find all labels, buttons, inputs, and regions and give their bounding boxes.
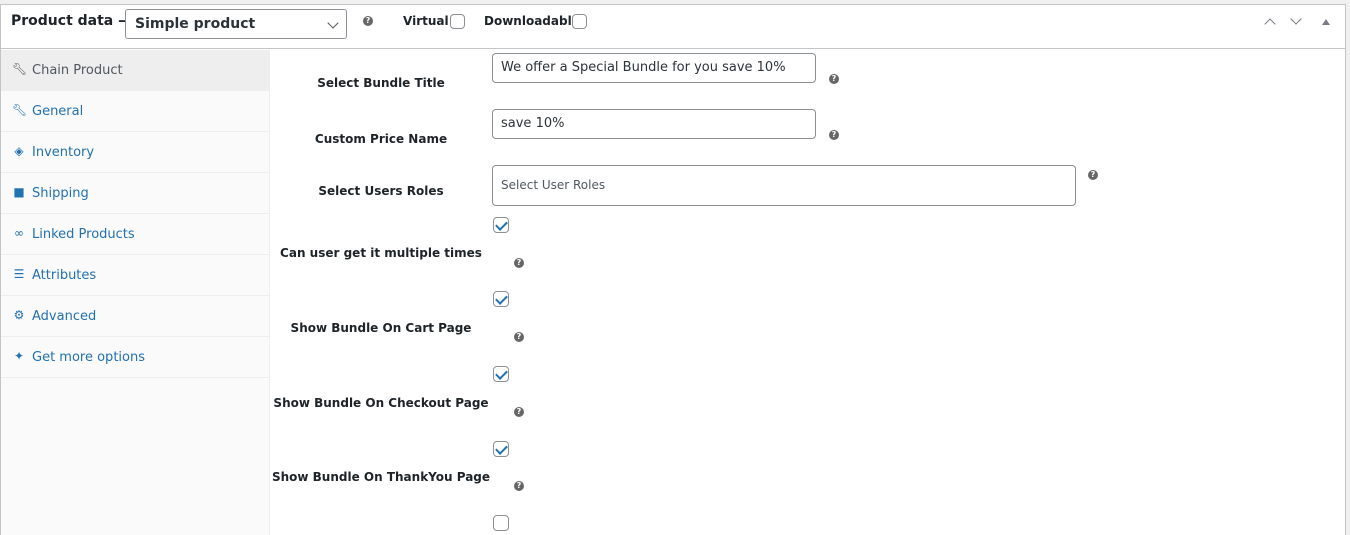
product-type-select[interactable]: Simple product (125, 9, 347, 39)
thankyou-page-checkbox[interactable] (493, 441, 509, 457)
tab-label: Shipping (32, 186, 89, 201)
cart-page-checkbox[interactable] (493, 291, 509, 307)
plugin-icon: ✦ (13, 349, 25, 363)
tab-inventory[interactable]: ◈ Inventory (1, 132, 269, 173)
bundle-title-value: We offer a Special Bundle for you save 1… (501, 60, 786, 75)
help-icon[interactable]: ? (1088, 170, 1098, 180)
cart-page-label: Show Bundle On Cart Page (290, 321, 472, 335)
help-icon[interactable]: ? (514, 407, 524, 417)
custom-price-label: Custom Price Name (314, 132, 448, 146)
tab-linked-products[interactable]: ∞ Linked Products (1, 214, 269, 255)
bundle-title-label: Select Bundle Title (317, 76, 445, 90)
tab-label: Inventory (32, 145, 95, 160)
tab-label: Advanced (32, 309, 97, 324)
product-data-tabs: 🔧︎ Chain Product 🔧︎ General ◈ Inventory … (1, 50, 270, 535)
tag-icon: ◈ (14, 144, 24, 158)
move-down-icon[interactable] (1290, 13, 1302, 25)
tab-advanced[interactable]: ⚙︎ Advanced (1, 296, 269, 337)
link-icon: ∞ (14, 226, 24, 240)
panel-title: Product data — (11, 13, 133, 29)
help-icon[interactable]: ? (829, 74, 839, 84)
bundle-title-input[interactable]: We offer a Special Bundle for you save 1… (492, 53, 816, 83)
tab-chain-product[interactable]: 🔧︎ Chain Product (1, 50, 269, 91)
collapse-toggle-icon[interactable] (1322, 19, 1330, 25)
user-roles-placeholder: Select User Roles (501, 178, 606, 192)
tab-label: Get more options (32, 350, 145, 365)
chevron-down-icon (327, 17, 339, 29)
product-data-panel: Product data — Simple product ? Virtual:… (0, 4, 1346, 535)
list-icon: ☰ (13, 267, 25, 281)
truck-icon: ■ (13, 185, 25, 199)
user-roles-select[interactable]: Select User Roles (492, 165, 1076, 206)
extra-option-checkbox[interactable] (493, 515, 509, 531)
tab-general[interactable]: 🔧︎ General (1, 91, 269, 132)
tab-label: General (32, 104, 84, 119)
move-up-icon[interactable] (1264, 18, 1276, 30)
multiple-times-label: Can user get it multiple times (280, 246, 482, 260)
user-roles-label: Select Users Roles (318, 184, 444, 198)
multiple-times-checkbox[interactable] (493, 217, 509, 233)
help-icon[interactable]: ? (514, 332, 524, 342)
virtual-label: Virtual: (403, 14, 454, 28)
custom-price-value: save 10% (501, 116, 565, 131)
downloadable-checkbox[interactable] (572, 14, 587, 29)
custom-price-input[interactable]: save 10% (492, 109, 816, 139)
virtual-checkbox[interactable] (450, 14, 465, 29)
thankyou-page-label: Show Bundle On ThankYou Page (271, 470, 491, 484)
checkout-page-label: Show Bundle On Checkout Page (273, 396, 489, 410)
help-icon[interactable]: ? (514, 258, 524, 268)
downloadable-label: Downloadable: (484, 14, 585, 28)
help-icon[interactable]: ? (363, 16, 373, 26)
tab-attributes[interactable]: ☰ Attributes (1, 255, 269, 296)
tab-label: Attributes (32, 268, 97, 283)
wrench-icon: 🔧︎ (12, 103, 28, 117)
product-data-header: Product data — Simple product ? Virtual:… (1, 5, 1345, 49)
tab-get-more-options[interactable]: ✦ Get more options (1, 337, 269, 378)
tab-label: Chain Product (32, 63, 123, 78)
product-type-value: Simple product (135, 16, 256, 32)
help-icon[interactable]: ? (514, 481, 524, 491)
tab-shipping[interactable]: ■ Shipping (1, 173, 269, 214)
gear-icon: ⚙︎ (13, 308, 25, 322)
chain-product-panel: Select Bundle Title We offer a Special B… (271, 50, 1346, 535)
wrench-icon: 🔧︎ (12, 62, 28, 76)
checkout-page-checkbox[interactable] (493, 366, 509, 382)
tab-label: Linked Products (32, 227, 135, 242)
help-icon[interactable]: ? (829, 130, 839, 140)
